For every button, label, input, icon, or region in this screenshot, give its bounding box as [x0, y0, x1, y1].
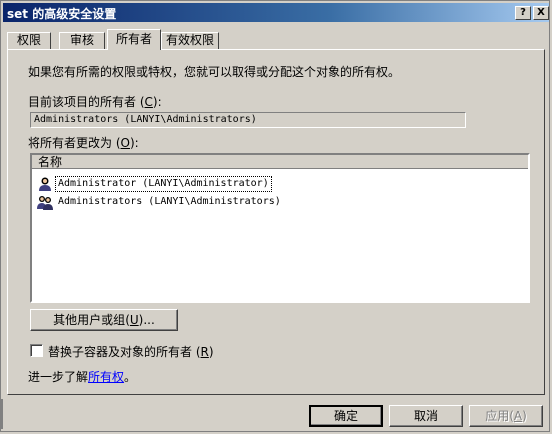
help-button[interactable]: ?: [515, 6, 531, 20]
cancel-button[interactable]: 取消: [389, 405, 463, 427]
group-icon: [37, 196, 53, 210]
ok-button[interactable]: 确定: [309, 405, 383, 427]
tab-auditing[interactable]: 审核: [59, 32, 105, 49]
change-owner-label: 将所有者更改为 (O):: [28, 136, 139, 150]
user-icon: [39, 177, 51, 191]
close-button[interactable]: X: [533, 6, 549, 20]
learn-more-text: 进一步了解所有权。: [28, 370, 137, 384]
owner-listbox[interactable]: 名称 Administrator (LANYI\Administrator) A…: [30, 153, 530, 303]
tab-effective-permissions[interactable]: 有效权限: [161, 32, 219, 49]
owner-panel: 如果您有所需的权限或特权，您就可以取得或分配这个对象的所有权。 目前该项目的所有…: [7, 49, 545, 395]
replace-owner-label[interactable]: 替换子容器及对象的所有者 (R): [48, 343, 214, 360]
intro-text: 如果您有所需的权限或特权，您就可以取得或分配这个对象的所有权。: [28, 65, 401, 79]
current-owner-label: 目前该项目的所有者 (C):: [28, 95, 162, 109]
window-title: set 的高级安全设置: [7, 7, 117, 21]
current-owner-field: Administrators (LANYI\Administrators): [30, 112, 466, 128]
window-edge: [1, 399, 3, 429]
title-bar[interactable]: set 的高级安全设置 ? X: [3, 3, 549, 22]
tab-permissions[interactable]: 权限: [7, 32, 51, 49]
apply-button[interactable]: 应用(A): [469, 405, 543, 427]
dialog-window: set 的高级安全设置 ? X 权限 审核 所有者 有效权限 如果您有所需的权限…: [0, 0, 550, 432]
replace-owner-checkbox[interactable]: [30, 344, 43, 357]
ownership-link[interactable]: 所有权: [88, 370, 124, 384]
tab-owner[interactable]: 所有者: [107, 29, 161, 50]
other-users-button[interactable]: 其他用户或组(U)...: [30, 309, 178, 331]
list-header-name[interactable]: 名称: [32, 155, 528, 169]
